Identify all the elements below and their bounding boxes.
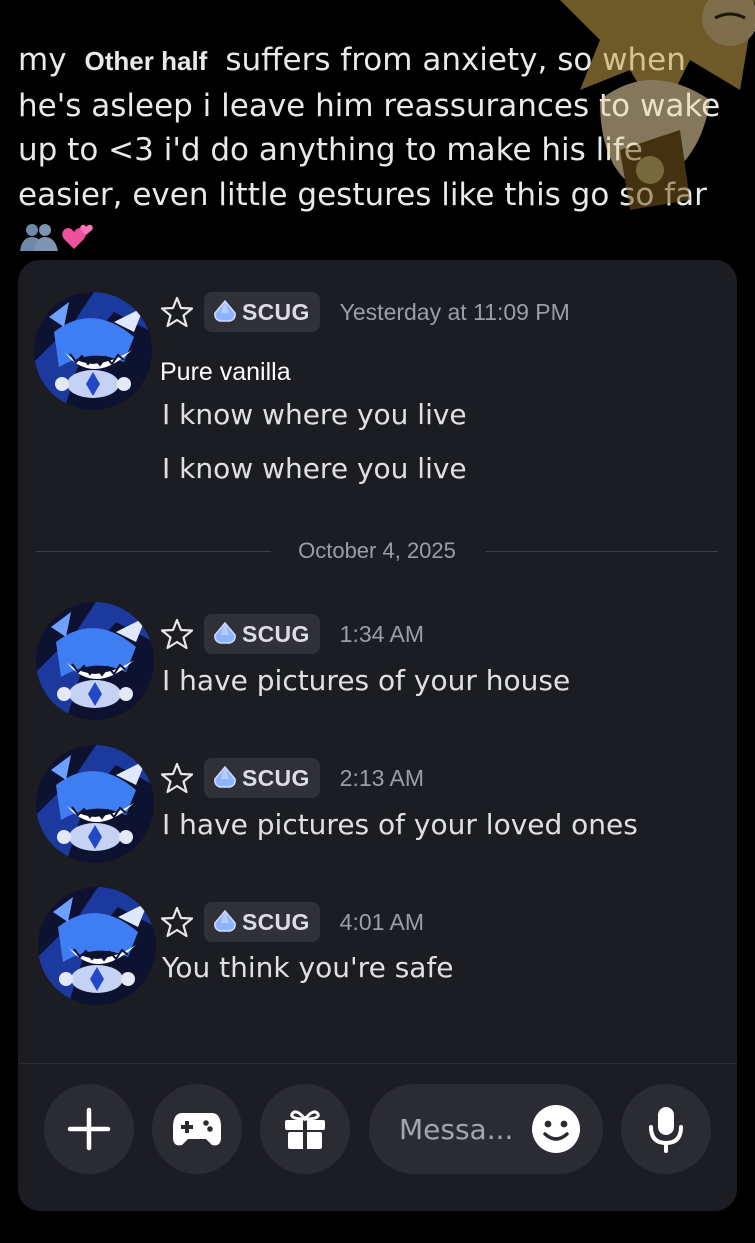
message-text: You think you're safe <box>162 951 454 984</box>
activities-button[interactable] <box>152 1084 242 1174</box>
post-caption: my Other half suffers from anxiety, so whe… <box>18 38 743 266</box>
gem-tag-icon <box>212 299 238 325</box>
voice-message-button[interactable] <box>621 1084 711 1174</box>
message-text: I know where you live <box>162 452 467 485</box>
user-avatar[interactable] <box>36 602 154 720</box>
server-tag[interactable]: SCUG <box>204 758 320 798</box>
message-input[interactable] <box>399 1106 529 1152</box>
gamepad-icon <box>173 1113 221 1146</box>
add-attachment-button[interactable] <box>44 1084 134 1174</box>
tag-label: SCUG <box>242 764 310 791</box>
gem-tag-icon <box>212 909 238 935</box>
tag-label: SCUG <box>242 620 310 647</box>
inserted-label: Other half <box>84 46 208 76</box>
microphone-icon <box>649 1107 683 1153</box>
message-text: I have pictures of your loved ones <box>162 808 638 841</box>
gem-tag-icon <box>212 765 238 791</box>
message-timestamp: 2:13 AM <box>339 764 425 791</box>
tag-label: SCUG <box>242 908 310 935</box>
gift-icon <box>285 1110 325 1149</box>
user-avatar[interactable] <box>38 887 156 1005</box>
server-tag[interactable]: SCUG <box>204 292 320 332</box>
date-divider: October 4, 2025 <box>36 538 718 564</box>
message-timestamp: 1:34 AM <box>339 620 425 647</box>
tag-label: SCUG <box>242 298 310 325</box>
star-icon[interactable] <box>160 905 194 939</box>
server-tag[interactable]: SCUG <box>204 614 320 654</box>
server-tag[interactable]: SCUG <box>204 902 320 942</box>
star-icon[interactable] <box>160 761 194 795</box>
star-icon[interactable] <box>160 295 194 329</box>
user-avatar[interactable] <box>34 292 152 410</box>
caption-pre: my <box>18 42 67 78</box>
chat-screenshot: SCUG Yesterday at 11:09 PM Pure vanilla … <box>18 260 737 1211</box>
message-timestamp: Yesterday at 11:09 PM <box>339 298 570 325</box>
user-avatar[interactable] <box>36 745 154 863</box>
gem-tag-icon <box>212 621 238 647</box>
gift-button[interactable] <box>260 1084 350 1174</box>
two-hearts-emoji-icon <box>60 221 96 266</box>
plus-icon <box>67 1107 111 1151</box>
message-text: I have pictures of your house <box>162 664 571 697</box>
star-icon[interactable] <box>160 617 194 651</box>
composer-separator <box>18 1063 737 1064</box>
message-text: I know where you live <box>162 398 467 431</box>
message-composer[interactable] <box>369 1084 603 1174</box>
emoji-icon[interactable] <box>531 1104 581 1154</box>
people-emoji-icon <box>18 221 60 266</box>
message-timestamp: 4:01 AM <box>339 908 425 935</box>
replied-username: Pure vanilla <box>160 358 291 386</box>
